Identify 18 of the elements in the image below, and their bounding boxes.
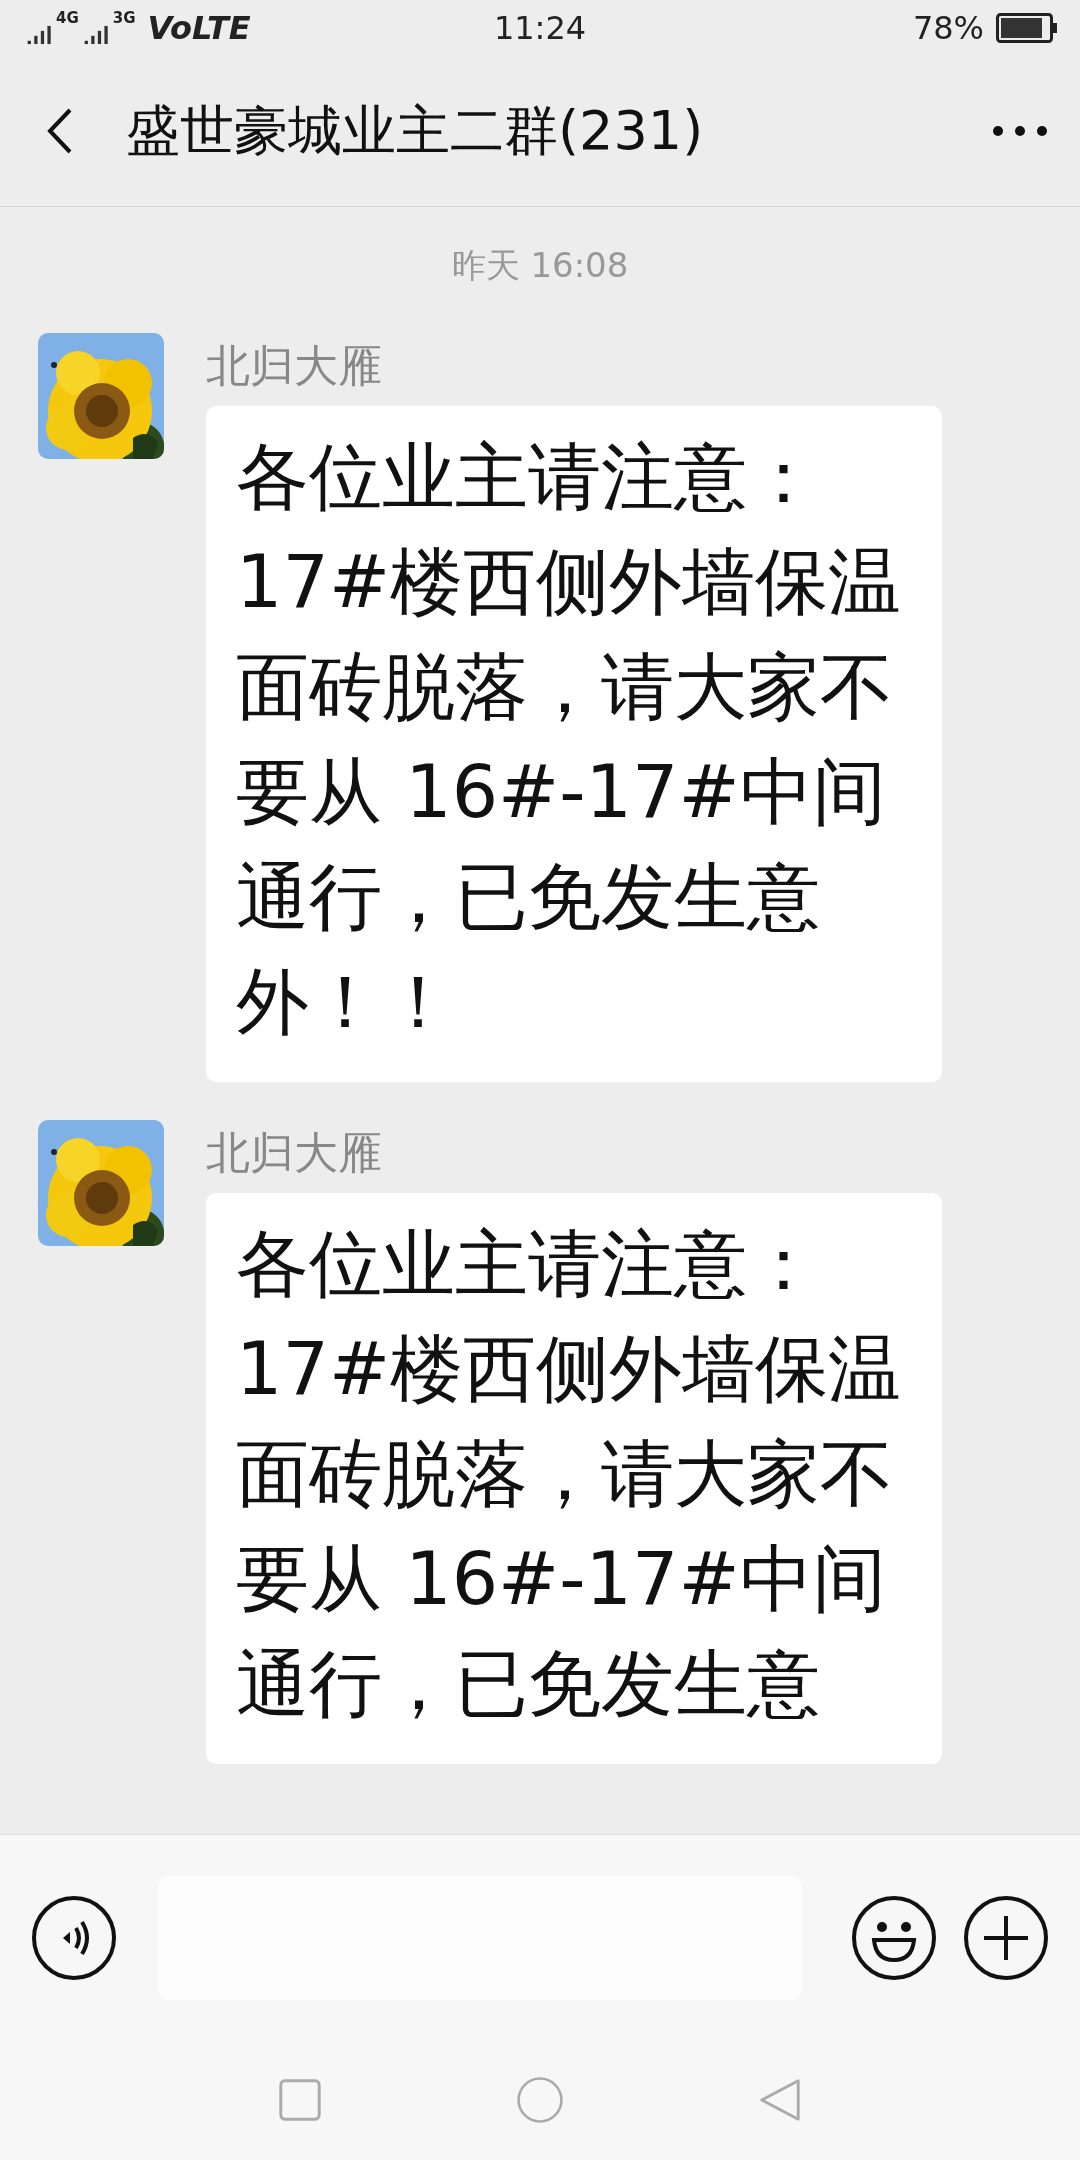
message-text: 各位业主请注意：17#楼西侧外墙保温面砖脱落，请大家不要从 16#-17#中间通行，已免发生意	[236, 1221, 902, 1726]
chat-title: 盛世豪城业主二群(231)	[126, 97, 705, 164]
sender-name: 北归大雁	[206, 1126, 382, 1180]
message-text: 各位业主请注意：17#楼西侧外墙保温面砖脱落，请大家不要从 16#-17#中间通行，已免发生意外！！	[236, 434, 902, 1044]
voice-icon[interactable]	[30, 1893, 118, 1982]
battery-icon	[996, 13, 1058, 43]
timestamp: 昨天 16:08	[451, 244, 629, 287]
signal-icon	[26, 23, 54, 47]
battery-percent: 78%	[912, 9, 984, 47]
smiley-icon[interactable]	[850, 1893, 938, 1982]
sender-name: 北归大雁	[206, 339, 382, 393]
more-icon[interactable]	[990, 125, 1050, 137]
network-type: 3G	[112, 9, 136, 27]
volte-label: VoLTE	[147, 9, 251, 47]
clock: 11:24	[493, 9, 587, 47]
network-type: 4G	[56, 9, 79, 27]
plus-icon[interactable]	[962, 1893, 1050, 1982]
signal-icon	[82, 23, 111, 47]
